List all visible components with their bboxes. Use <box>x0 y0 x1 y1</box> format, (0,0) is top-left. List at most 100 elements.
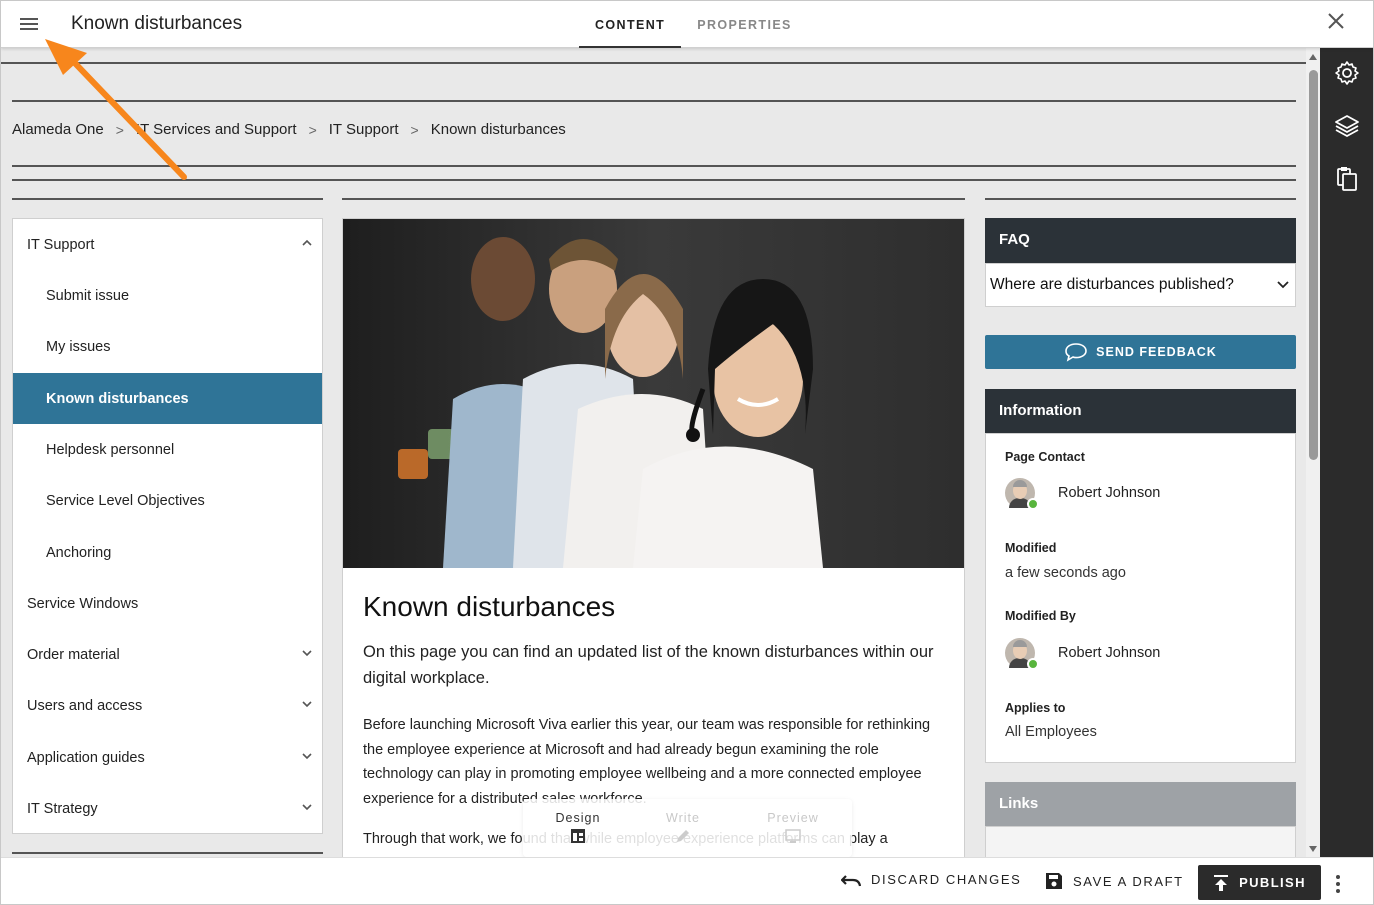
publish-button[interactable]: PUBLISH <box>1198 865 1321 900</box>
nav-item-label: IT Strategy <box>27 800 98 817</box>
page-contact-person[interactable]: Robert Johnson <box>1005 478 1160 510</box>
layers-icon[interactable] <box>1334 113 1360 139</box>
discard-changes-label: DISCARD CHANGES <box>871 872 1022 887</box>
nav-item-label: Submit issue <box>46 287 130 304</box>
app-window: Known disturbances CONTENT PROPERTIES Al… <box>0 0 1374 905</box>
divider <box>1 62 1306 64</box>
breadcrumb-item[interactable]: IT Support <box>329 121 399 138</box>
mode-preview[interactable]: Preview <box>748 811 838 844</box>
nav-item-label: Application guides <box>27 749 145 766</box>
nav-item-label: Anchoring <box>46 544 112 561</box>
top-bar: Known disturbances CONTENT PROPERTIES <box>1 1 1373 48</box>
nav-item-it-strategy[interactable]: IT Strategy <box>13 783 322 834</box>
pencil-icon <box>677 830 689 842</box>
presence-icon <box>1027 658 1039 670</box>
vertical-scrollbar[interactable] <box>1306 48 1321 858</box>
save-draft-label: SAVE A DRAFT <box>1073 873 1184 889</box>
faq-question-toggle[interactable]: Where are disturbances published? <box>985 263 1296 307</box>
nav-item-label: Service Windows <box>27 595 139 612</box>
nav-item-submit-issue[interactable]: Submit issue <box>13 270 322 321</box>
floppy-icon <box>1046 873 1062 889</box>
modified-by-name: Robert Johnson <box>1058 645 1161 661</box>
nav-item-order-material[interactable]: Order material <box>13 629 322 680</box>
links-panel <box>985 826 1296 858</box>
information-panel: Page Contact Robert Johnson Modified a f… <box>985 433 1296 763</box>
breadcrumb-item[interactable]: Known disturbances <box>431 121 566 138</box>
modified-by-label: Modified By <box>1005 609 1076 623</box>
editor-mode-switcher: Design Write Preview <box>523 799 852 857</box>
nav-item-application-guides[interactable]: Application guides <box>13 732 322 783</box>
modified-by-person[interactable]: Robert Johnson <box>1005 638 1161 670</box>
chevron-down-icon[interactable] <box>302 699 312 709</box>
scroll-up-arrow-icon[interactable] <box>1309 54 1317 60</box>
divider <box>12 852 323 854</box>
clipboard-icon[interactable] <box>1334 166 1360 192</box>
mode-design[interactable]: Design <box>533 811 623 844</box>
scroll-down-arrow-icon[interactable] <box>1309 846 1317 852</box>
article-title: Known disturbances <box>363 591 616 622</box>
divider <box>12 179 1296 181</box>
undo-icon <box>841 874 861 886</box>
chevron-down-icon[interactable] <box>302 648 312 658</box>
modified-label: Modified <box>1005 541 1057 555</box>
article-lead: On this page you can find an updated lis… <box>363 643 934 687</box>
avatar <box>1005 638 1039 670</box>
modified-value: a few seconds ago <box>1005 565 1126 581</box>
send-feedback-label: SEND FEEDBACK <box>1096 345 1217 359</box>
chevron-down-icon[interactable] <box>302 802 312 812</box>
monitor-icon <box>785 829 801 843</box>
chevron-down-icon[interactable] <box>302 751 312 761</box>
mode-design-label: Design <box>555 811 601 825</box>
nav-item-label: Service Level Objectives <box>46 492 205 509</box>
publish-label: PUBLISH <box>1239 875 1306 890</box>
links-heading: Links <box>985 782 1296 826</box>
nav-item-service-windows[interactable]: Service Windows <box>13 578 322 629</box>
send-feedback-button[interactable]: SEND FEEDBACK <box>985 335 1296 369</box>
article-card: Known disturbances On this page you can … <box>342 218 965 858</box>
divider <box>985 198 1296 200</box>
bottom-action-bar: DISCARD CHANGES SAVE A DRAFT PUBLISH <box>1 857 1373 904</box>
gear-icon[interactable] <box>1334 60 1360 86</box>
breadcrumb-item[interactable]: IT Services and Support <box>136 121 297 138</box>
divider <box>12 198 323 200</box>
nav-item-label: IT Support <box>27 236 95 253</box>
layout-icon <box>571 829 585 843</box>
right-toolbar <box>1320 48 1373 858</box>
upload-icon <box>1214 874 1229 891</box>
nav-item-service-level-objectives[interactable]: Service Level Objectives <box>13 475 322 526</box>
tab-content[interactable]: CONTENT <box>579 1 682 48</box>
kebab-icon[interactable] <box>1334 873 1342 893</box>
divider <box>12 165 1296 167</box>
information-heading: Information <box>985 389 1296 433</box>
nav-item-it-support[interactable]: IT Support <box>13 219 322 270</box>
breadcrumb-separator: > <box>308 121 317 138</box>
editor-tabs: CONTENT PROPERTIES <box>579 1 808 48</box>
applies-to-value: All Employees <box>1005 724 1097 740</box>
scrollbar-thumb[interactable] <box>1309 70 1318 460</box>
page-canvas: Alameda One > IT Services and Support > … <box>1 48 1306 858</box>
faq-heading: FAQ <box>985 218 1296 263</box>
mode-write[interactable]: Write <box>638 811 728 844</box>
presence-icon <box>1027 498 1039 510</box>
nav-item-label: Helpdesk personnel <box>46 441 175 458</box>
chevron-up-icon[interactable] <box>302 238 312 248</box>
nav-item-helpdesk-personnel[interactable]: Helpdesk personnel <box>13 424 322 475</box>
breadcrumb-item[interactable]: Alameda One <box>12 121 104 138</box>
avatar <box>1005 478 1039 510</box>
nav-item-known-disturbances[interactable]: Known disturbances <box>13 373 322 424</box>
chevron-down-icon <box>1277 281 1289 289</box>
breadcrumb: Alameda One > IT Services and Support > … <box>12 121 566 138</box>
nav-item-anchoring[interactable]: Anchoring <box>13 527 322 578</box>
close-icon[interactable] <box>1325 11 1347 35</box>
nav-item-my-issues[interactable]: My issues <box>13 321 322 372</box>
discard-changes-button[interactable]: DISCARD CHANGES <box>841 872 1021 887</box>
save-draft-button[interactable]: SAVE A DRAFT <box>1045 872 1184 890</box>
hamburger-icon[interactable] <box>18 15 40 33</box>
breadcrumb-separator: > <box>115 121 124 138</box>
divider <box>12 100 1296 102</box>
nav-item-users-and-access[interactable]: Users and access <box>13 680 322 731</box>
page-title: Known disturbances <box>71 13 243 34</box>
tab-properties[interactable]: PROPERTIES <box>681 1 808 48</box>
section-navigation: IT Support Submit issue My issues Known … <box>12 218 323 834</box>
mode-preview-label: Preview <box>767 811 819 825</box>
